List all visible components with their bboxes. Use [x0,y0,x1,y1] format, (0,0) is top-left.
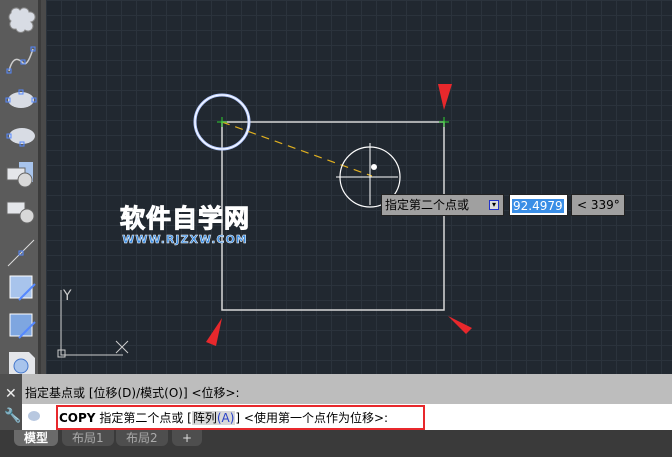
rectangle-shape [221,121,445,311]
ellipse-icon[interactable] [5,85,37,115]
create-block-icon[interactable] [5,198,37,228]
layout-tabs: 模型 布局1 布局2 + [0,430,672,457]
cloud-icon[interactable] [5,5,37,35]
tab-layout2[interactable]: 布局2 [116,430,168,446]
tab-layout1[interactable]: 布局1 [62,430,114,446]
arrow-annotation [438,84,452,110]
watermark-title: 软件自学网 [119,204,251,233]
arrow-annotation [206,318,222,346]
rubber-band-line [221,121,373,177]
angle-readout: < 339° [571,194,625,216]
dynamic-input-prompt: 指定第二个点或 ▾ [381,194,504,216]
command-window: ✕ 🔧 指定基点或 [位移(D)/模式(O)] <位移>: COPY 指定第二个… [0,374,672,430]
base-point-marker [217,117,227,127]
ucs-y-label: Y [62,288,72,304]
watermark: 软件自学网 WWW.RJZXW.COM [119,204,251,247]
hatch-icon[interactable] [5,272,37,302]
spline-icon[interactable] [5,45,37,75]
array-option[interactable]: 阵列(A) [191,411,236,425]
endpoint-marker [439,117,449,127]
gradient-icon[interactable] [5,310,37,340]
add-layout-button[interactable]: + [172,430,203,446]
tab-model[interactable]: 模型 [14,430,59,446]
customize-wrench-icon[interactable]: 🔧 [4,408,21,424]
command-prompt: COPY 指定第二个点或 [阵列(A)] <使用第一个点作为位移>: [59,411,389,425]
recent-commands-icon[interactable] [28,411,40,421]
command-window-handle[interactable]: ✕ 🔧 [0,374,22,430]
watermark-url: WWW.RJZXW.COM [122,233,248,247]
close-icon[interactable]: ✕ [5,386,17,402]
distance-input[interactable]: 92.4979 [509,194,568,216]
insert-block-icon[interactable] [5,160,37,190]
drawing-canvas[interactable]: Y [46,0,672,374]
arrow-annotation [448,316,472,334]
options-dropdown-icon[interactable]: ▾ [489,200,499,210]
ellipse-arc-icon[interactable] [5,122,37,152]
drawing-svg: Y [57,84,472,358]
draw-toolbar [0,0,41,378]
point-icon[interactable] [5,238,37,268]
command-history: 指定基点或 [位移(D)/模式(O)] <位移>: [25,386,240,400]
